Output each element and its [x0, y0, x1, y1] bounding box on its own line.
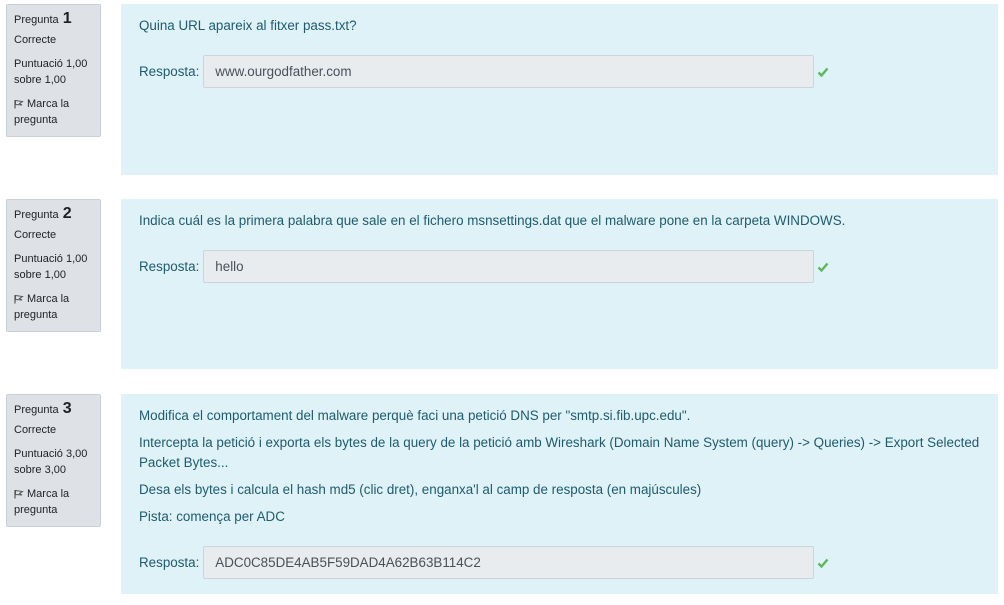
question-label: Pregunta [14, 209, 59, 221]
question-label: Pregunta [14, 404, 59, 416]
answer-field[interactable]: www.ourgodfather.com [203, 55, 815, 88]
correct-icon [817, 558, 829, 568]
question-content: Quina URL apareix al fitxer pass.txt? Re… [121, 4, 998, 175]
answer-field[interactable]: ADC0C85DE4AB5F59DAD4A62B63B114C2 [203, 546, 815, 579]
question-number: Pregunta 1 [14, 11, 93, 28]
question-number: Pregunta 3 [14, 401, 93, 418]
question-text: Quina URL apareix al fitxer pass.txt? [139, 18, 357, 33]
correct-icon [817, 67, 829, 77]
question-grade: Puntuació 1,00 sobre 1,00 [14, 58, 88, 86]
question-text: Modifica el comportament del malware per… [139, 408, 691, 423]
answer-row: Resposta: www.ourgodfather.com [139, 55, 829, 88]
question-text: Indica cuál es la primera palabra que sa… [139, 213, 846, 228]
question-num: 1 [62, 10, 72, 27]
question-info: Pregunta 3 Correcte Puntuació 3,00 sobre… [6, 394, 101, 527]
question-state: Correcte [14, 229, 57, 241]
question-hint: Pista: comença per ADC [139, 509, 285, 524]
answer-row: Resposta: hello [139, 250, 829, 283]
question-num: 2 [62, 205, 72, 222]
question-info: Pregunta 2 Correcte Puntuació 1,00 sobre… [6, 199, 101, 332]
flag-icon [14, 490, 24, 499]
answer-label: Resposta: [139, 554, 200, 570]
question-grade: Puntuació 1,00 sobre 1,00 [14, 253, 88, 281]
answer-label: Resposta: [139, 63, 200, 79]
flag-question-link[interactable]: Marca la pregunta [14, 96, 93, 128]
correct-icon [817, 262, 829, 272]
flag-question-link[interactable]: Marca la pregunta [14, 486, 93, 518]
question-info: Pregunta 1 Correcte Puntuació 1,00 sobre… [6, 4, 101, 137]
answer-field[interactable]: hello [203, 250, 815, 283]
question-state: Correcte [14, 34, 57, 46]
question-content: Modifica el comportament del malware per… [121, 394, 998, 594]
answer-label: Resposta: [139, 258, 200, 274]
flag-question-link[interactable]: Marca la pregunta [14, 291, 93, 323]
flag-icon [14, 295, 24, 304]
answer-row: Resposta: ADC0C85DE4AB5F59DAD4A62B63B114… [139, 546, 829, 579]
question-num: 3 [62, 400, 72, 417]
question-content: Indica cuál es la primera palabra que sa… [121, 199, 998, 369]
flag-icon [14, 100, 24, 109]
question-number: Pregunta 2 [14, 206, 93, 223]
question-state: Correcte [14, 424, 57, 436]
question-text: Desa els bytes i calcula el hash md5 (cl… [139, 482, 702, 497]
question-grade: Puntuació 3,00 sobre 3,00 [14, 448, 88, 476]
question-text: Intercepta la petició i exporta els byte… [139, 435, 980, 470]
question-label: Pregunta [14, 14, 59, 26]
